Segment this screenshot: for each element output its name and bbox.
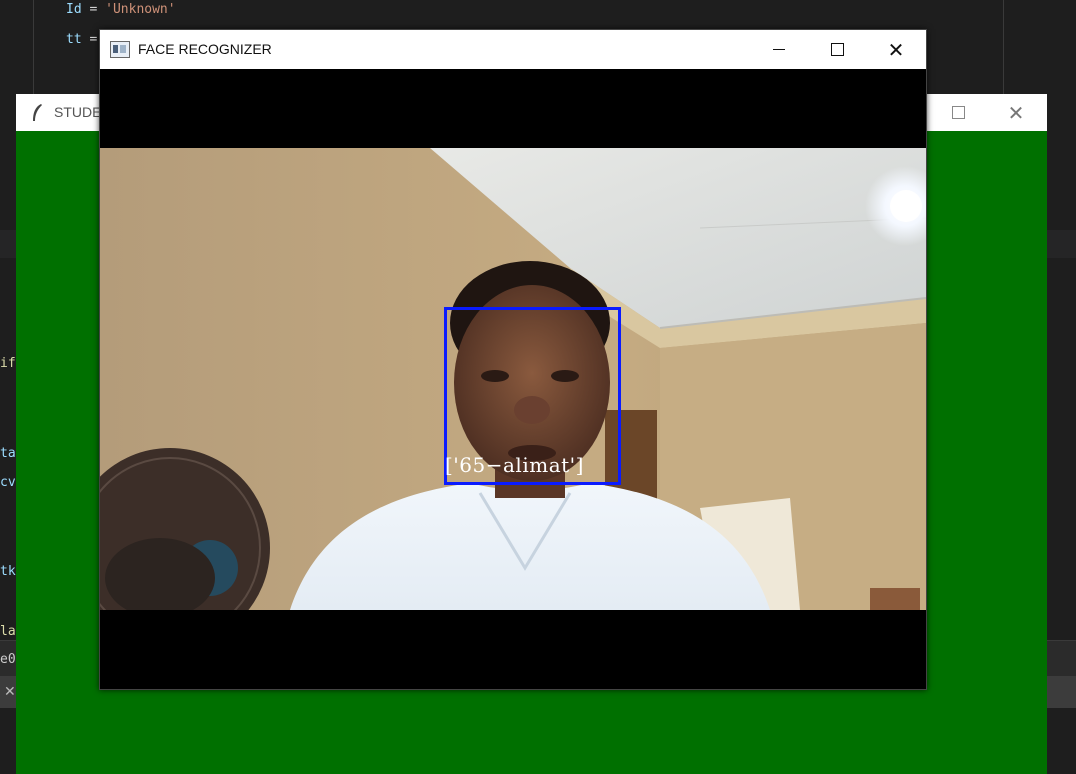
feather-icon [33, 104, 42, 121]
face-recognizer-titlebar[interactable]: FACE RECOGNIZER ✕ [100, 30, 926, 69]
maximize-icon [951, 106, 965, 119]
face-detection-label: ['65−alimat'] [445, 453, 584, 477]
face-recognizer-title: FACE RECOGNIZER [138, 41, 272, 57]
window-app-icon [110, 41, 130, 58]
close-button[interactable]: ✕ [987, 94, 1045, 131]
close-icon[interactable]: ✕ [4, 684, 16, 700]
face-recognizer-window: FACE RECOGNIZER ✕ ['65−alimat'] [99, 29, 927, 690]
maximize-button[interactable] [808, 30, 866, 69]
camera-feed: ['65−alimat'] [100, 148, 926, 610]
maximize-icon [830, 43, 844, 56]
code-line-id[interactable]: Id = 'Unknown' [66, 2, 176, 17]
code-fragment: e0 [0, 652, 16, 667]
close-icon: ✕ [1007, 100, 1025, 125]
student-window-title: STUDE [54, 104, 102, 120]
close-button[interactable]: ✕ [867, 30, 925, 69]
minimize-icon [773, 49, 785, 50]
minimize-button[interactable] [750, 30, 808, 69]
code-fragment: if [0, 356, 16, 371]
close-icon: ✕ [887, 37, 905, 62]
code-fragment: tk [0, 564, 16, 579]
maximize-button[interactable] [929, 94, 987, 131]
